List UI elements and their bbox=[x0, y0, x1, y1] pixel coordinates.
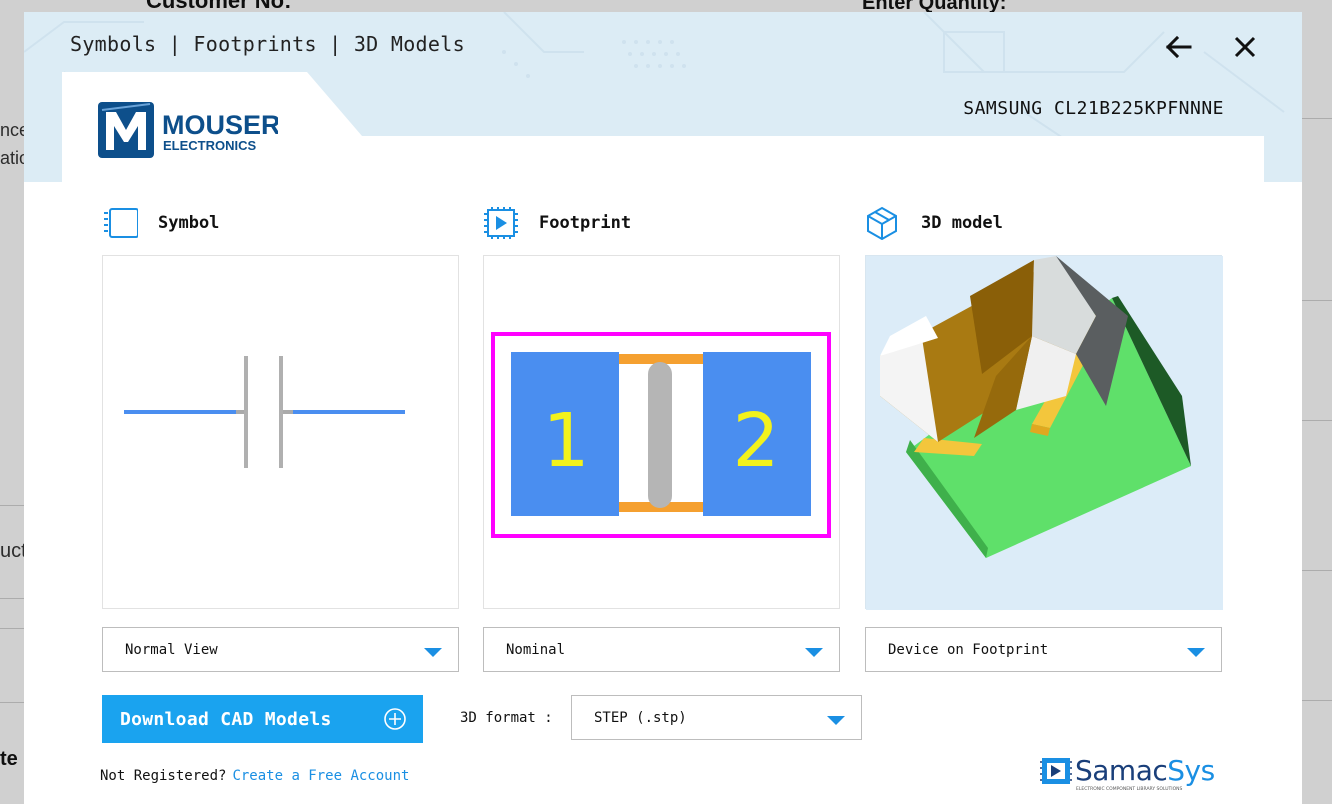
chevron-down-icon bbox=[1187, 648, 1205, 657]
bg-fragment: uct bbox=[0, 540, 27, 562]
3d-format-select[interactable]: STEP (.stp) bbox=[571, 695, 862, 740]
model-view-select[interactable]: Device on Footprint bbox=[865, 627, 1222, 672]
pad-1-label: 1 bbox=[542, 398, 589, 484]
3d-model-render bbox=[866, 256, 1223, 610]
symbol-preview bbox=[102, 255, 459, 609]
footprint-label: Footprint bbox=[539, 213, 632, 233]
footprint-preview: 1 2 bbox=[483, 255, 840, 609]
arrow-left-icon bbox=[1165, 35, 1192, 59]
logo-line1: MOUSER bbox=[162, 110, 278, 140]
pad-2-label: 2 bbox=[732, 398, 779, 484]
format-value: STEP (.stp) bbox=[594, 709, 687, 726]
back-button[interactable] bbox=[1163, 32, 1193, 62]
model-view-value: Device on Footprint bbox=[888, 641, 1049, 658]
create-account-link[interactable]: Create a Free Account bbox=[232, 768, 409, 784]
footprint-view-value: Nominal bbox=[506, 641, 566, 658]
footprint-view-select[interactable]: Nominal bbox=[483, 627, 840, 672]
model3d-label: 3D model bbox=[921, 213, 1003, 233]
close-icon bbox=[1234, 36, 1256, 58]
cube-icon bbox=[867, 206, 897, 240]
plus-circle-icon bbox=[384, 708, 406, 730]
capacitor-symbol bbox=[124, 356, 405, 468]
svg-text:SamacSys: SamacSys bbox=[1075, 754, 1215, 787]
symbol-icon bbox=[104, 208, 138, 238]
cad-models-modal: Symbols | Footprints | 3D Models MOUSER … bbox=[24, 12, 1302, 804]
bg-fragment: te bbox=[0, 748, 18, 770]
logo-line2: ELECTRONICS bbox=[163, 138, 257, 153]
part-number: SAMSUNG CL21B225KPFNNNE bbox=[963, 98, 1224, 119]
footprint-drawing: 1 2 bbox=[491, 332, 831, 538]
download-cad-models-button[interactable]: Download CAD Models bbox=[102, 695, 423, 743]
close-button[interactable] bbox=[1230, 32, 1260, 62]
symbol-view-select[interactable]: Normal View bbox=[102, 627, 459, 672]
content-card: MOUSER ELECTRONICS SAMSUNG CL21B225KPFNN… bbox=[62, 72, 1264, 804]
symbol-label: Symbol bbox=[158, 213, 220, 233]
chevron-down-icon bbox=[805, 648, 823, 657]
mouser-logo: MOUSER ELECTRONICS bbox=[98, 102, 278, 158]
samacsys-name-1: Samac bbox=[1075, 754, 1167, 787]
symbol-heading: Symbol bbox=[102, 206, 219, 240]
modal-title: Symbols | Footprints | 3D Models bbox=[70, 32, 465, 56]
not-registered-text: Not Registered? bbox=[100, 768, 227, 784]
model3d-heading: 3D model bbox=[865, 206, 1003, 240]
download-label: Download CAD Models bbox=[120, 708, 332, 730]
samacsys-logo: SamacSys ELECTRONIC COMPONENT LIBRARY SO… bbox=[1040, 754, 1215, 792]
samacsys-tagline: ELECTRONIC COMPONENT LIBRARY SOLUTIONS bbox=[1076, 786, 1183, 792]
samacsys-name-2: Sys bbox=[1167, 754, 1214, 787]
footprint-heading: Footprint bbox=[483, 206, 631, 240]
registration-prompt: Not Registered? Create a Free Account bbox=[100, 768, 409, 784]
chevron-down-icon bbox=[424, 648, 442, 657]
format-label: 3D format : bbox=[460, 710, 553, 726]
footprint-icon bbox=[484, 207, 518, 239]
symbol-view-value: Normal View bbox=[125, 641, 218, 658]
chevron-down-icon bbox=[827, 716, 845, 725]
model3d-preview[interactable] bbox=[865, 255, 1223, 610]
